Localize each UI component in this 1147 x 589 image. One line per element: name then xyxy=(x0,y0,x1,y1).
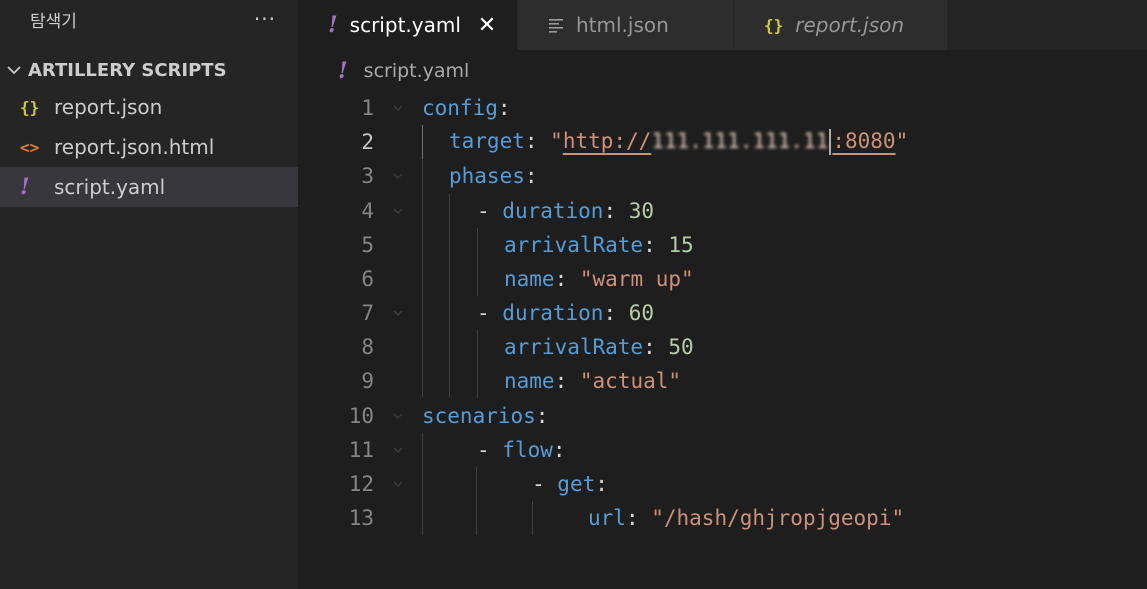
line-number: 4 xyxy=(361,199,374,223)
close-icon[interactable]: ✕ xyxy=(475,13,499,38)
file-name: script.yaml xyxy=(54,175,166,199)
chevron-down-icon xyxy=(0,62,28,78)
code-line[interactable]: 7 - duration: 60 xyxy=(298,296,1147,330)
code-line[interactable]: 6 name: "warm up" xyxy=(298,262,1147,296)
line-number: 12 xyxy=(348,472,374,496)
explorer-title: 탐색기 xyxy=(30,11,77,32)
code-text: - duration: 30 xyxy=(477,199,655,223)
json-icon: {} xyxy=(764,15,784,35)
more-actions-icon[interactable]: ··· xyxy=(254,7,276,31)
fold-chevron-icon[interactable] xyxy=(374,306,422,320)
fold-chevron-icon[interactable] xyxy=(374,204,422,218)
folder-header[interactable]: ARTILLERY SCRIPTS xyxy=(0,53,298,87)
fold-chevron-icon[interactable] xyxy=(374,409,422,423)
line-number: 11 xyxy=(348,438,374,462)
code-line[interactable]: 9 name: "actual" xyxy=(298,364,1147,398)
yaml-icon: ! xyxy=(328,12,338,38)
code-text: - duration: 60 xyxy=(477,301,655,325)
code-line[interactable]: 11 - flow: xyxy=(298,433,1147,467)
code-text: target: "http://111.111.111.11:8080" xyxy=(449,129,909,155)
code-text: config: xyxy=(422,96,511,120)
fold-chevron-icon[interactable] xyxy=(374,169,422,183)
code-line[interactable]: 4 - duration: 30 xyxy=(298,194,1147,228)
tab-report-json[interactable]: {} report.json xyxy=(734,0,948,50)
file-item-report-json-html[interactable]: <> report.json.html xyxy=(0,127,298,167)
line-number: 8 xyxy=(361,335,374,359)
line-number: 6 xyxy=(361,267,374,291)
code-text: url: "/hash/ghjropjgeopi" xyxy=(588,506,905,530)
file-name: report.json.html xyxy=(54,135,215,159)
code-text: - flow: xyxy=(477,438,566,462)
fold-chevron-icon[interactable] xyxy=(374,477,422,491)
breadcrumb: ! script.yaml xyxy=(298,54,469,88)
code-line[interactable]: 12 - get: xyxy=(298,467,1147,501)
url-link[interactable]: http://111.111.111.11:8080 xyxy=(563,129,896,155)
folder-name: ARTILLERY SCRIPTS xyxy=(28,59,227,81)
tab-label: report.json xyxy=(795,13,905,37)
file-item-script-yaml[interactable]: ! script.yaml xyxy=(0,167,298,207)
line-number: 1 xyxy=(361,96,374,120)
tab-label: script.yaml xyxy=(349,13,461,37)
code-text: scenarios: xyxy=(422,404,549,428)
code-text: - get: xyxy=(532,472,608,496)
yaml-icon: ! xyxy=(338,58,348,84)
editor-tab-bar: ! script.yaml ✕ html.json {} report.json xyxy=(298,0,1147,50)
code-text: name: "actual" xyxy=(504,369,682,393)
tab-html-json[interactable]: html.json xyxy=(518,0,734,50)
redacted-ip: 111.111.111.11 xyxy=(651,129,829,153)
code-line[interactable]: 5 arrivalRate: 15 xyxy=(298,228,1147,262)
line-number: 5 xyxy=(361,233,374,257)
code-line[interactable]: 3 phases: xyxy=(298,159,1147,193)
tab-label: html.json xyxy=(576,13,669,37)
line-number: 10 xyxy=(348,404,374,428)
code-editor[interactable]: 1 config: 2 target: "http://111.111.111.… xyxy=(298,91,1147,589)
yaml-icon: ! xyxy=(20,174,30,200)
line-number: 2 xyxy=(361,130,374,154)
code-line[interactable]: 8 arrivalRate: 50 xyxy=(298,330,1147,364)
code-line-current[interactable]: 2 target: "http://111.111.111.11:8080" xyxy=(298,125,1147,159)
line-number: 13 xyxy=(348,506,374,530)
code-text: name: "warm up" xyxy=(504,267,694,291)
breadcrumb-item[interactable]: script.yaml xyxy=(364,60,470,82)
line-number: 3 xyxy=(361,164,374,188)
text-lines-icon xyxy=(548,17,564,33)
json-icon: {} xyxy=(20,97,40,117)
explorer-sidebar: 탐색기 ··· ARTILLERY SCRIPTS {} report.json… xyxy=(0,0,298,589)
code-line[interactable]: 13 url: "/hash/ghjropjgeopi" xyxy=(298,501,1147,535)
fold-chevron-icon[interactable] xyxy=(374,101,422,115)
code-line[interactable]: 10 scenarios: xyxy=(298,399,1147,433)
code-text: arrivalRate: 15 xyxy=(504,233,694,257)
fold-chevron-icon[interactable] xyxy=(374,443,422,457)
line-number: 7 xyxy=(361,301,374,325)
code-text: arrivalRate: 50 xyxy=(504,335,694,359)
html-icon: <> xyxy=(20,137,40,157)
file-item-report-json[interactable]: {} report.json xyxy=(0,87,298,127)
explorer-header: 탐색기 ··· xyxy=(0,0,298,38)
line-number: 9 xyxy=(361,369,374,393)
code-text: phases: xyxy=(449,164,538,188)
tab-script-yaml[interactable]: ! script.yaml ✕ xyxy=(298,0,518,50)
code-line[interactable]: 1 config: xyxy=(298,91,1147,125)
file-name: report.json xyxy=(54,95,163,119)
